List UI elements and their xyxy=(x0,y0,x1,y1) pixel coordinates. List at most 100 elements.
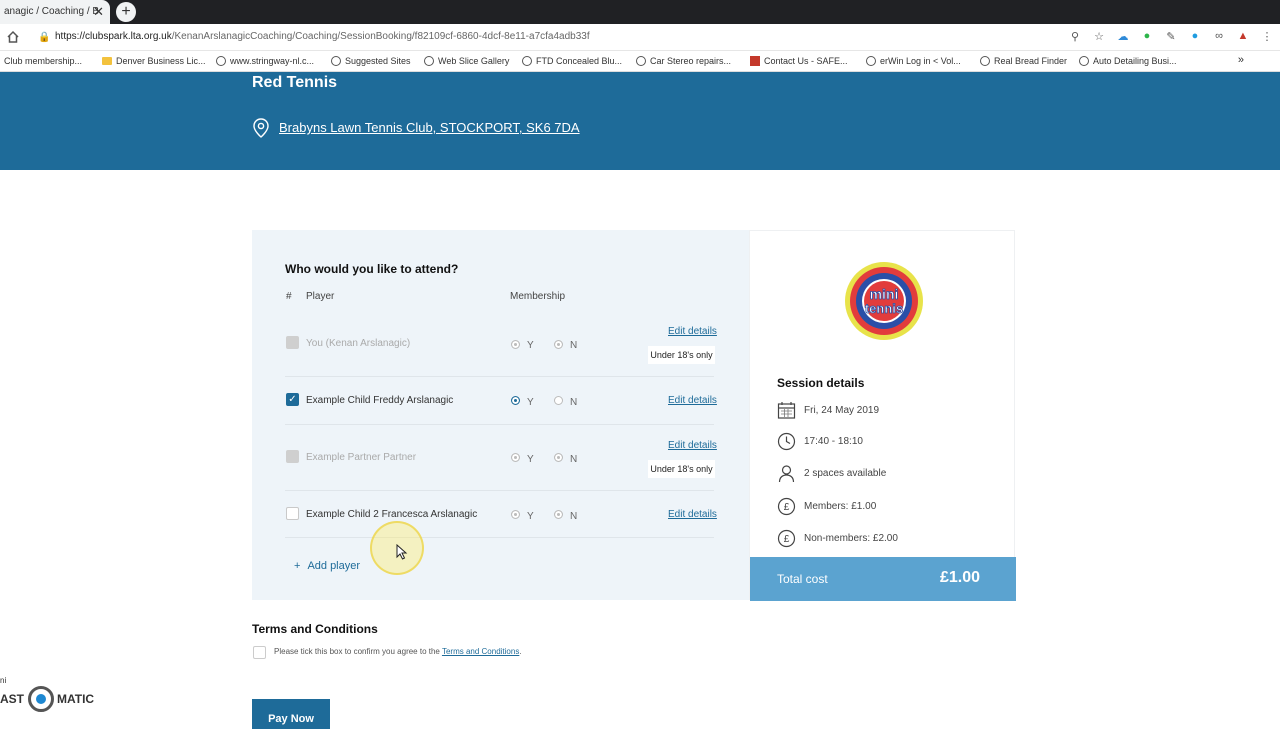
menu-icon[interactable]: ⋮ xyxy=(1260,30,1274,43)
edit-details-link[interactable]: Edit details xyxy=(668,440,717,451)
bookmark-item[interactable]: Club membership... xyxy=(4,56,82,66)
bookmark-item[interactable]: FTD Concealed Blu... xyxy=(522,56,622,66)
terms-checkbox[interactable] xyxy=(253,646,266,659)
bookmark-item[interactable]: Suggested Sites xyxy=(331,56,411,66)
folder-icon xyxy=(102,57,112,65)
bookmark-item[interactable]: Web Slice Gallery xyxy=(424,56,509,66)
row-divider xyxy=(285,537,714,538)
player-checkbox[interactable] xyxy=(286,507,299,520)
membership-no-radio[interactable] xyxy=(554,510,563,519)
watermark-text-left: AST xyxy=(0,692,24,706)
edit-details-link[interactable]: Edit details xyxy=(668,395,717,406)
session-time-row: 17:40 - 18:10 xyxy=(777,432,863,451)
player-name: Example Child Freddy Arslanagic xyxy=(306,395,454,406)
location-pin-icon xyxy=(253,118,269,138)
session-nonmembers-price: Non-members: £2.00 xyxy=(804,533,898,544)
bookmark-item[interactable]: Real Bread Finder xyxy=(980,56,1067,66)
under-18-badge: Under 18's only xyxy=(648,346,715,364)
player-name: Example Partner Partner xyxy=(306,452,417,463)
home-icon[interactable] xyxy=(6,30,20,44)
add-player-button[interactable]: + Add player xyxy=(294,560,360,572)
session-nonmembers-price-row: £ Non-members: £2.00 xyxy=(777,529,898,548)
membership-yes-radio[interactable] xyxy=(511,396,520,405)
star-icon[interactable]: ☆ xyxy=(1092,30,1106,43)
total-cost-value: £1.00 xyxy=(939,569,980,586)
bookmark-item[interactable]: Car Stereo repairs... xyxy=(636,56,731,66)
calendar-icon xyxy=(777,402,796,419)
session-details-panel: mini tennis Session details Fri, 24 May … xyxy=(749,230,1016,601)
bookmark-item[interactable]: www.stringway-nl.c... xyxy=(216,56,314,66)
bookmark-item[interactable]: Denver Business Lic... xyxy=(102,56,206,66)
browser-tab[interactable]: anagic / Coaching / B ✕ xyxy=(0,0,110,24)
pay-now-button[interactable]: Pay Now xyxy=(252,699,330,729)
add-player-label: Add player xyxy=(307,560,361,572)
url-path: /KenanArslanagicCoaching/Coaching/Sessio… xyxy=(171,31,590,42)
globe-icon xyxy=(216,56,226,66)
membership-yes-label: Y xyxy=(527,340,534,351)
membership-no-radio[interactable] xyxy=(554,396,563,405)
pound-icon: £ xyxy=(777,529,796,548)
membership-yes-radio[interactable] xyxy=(511,510,520,519)
lock-icon: 🔒 xyxy=(38,32,51,43)
column-header-membership: Membership xyxy=(510,291,566,302)
svg-text:£: £ xyxy=(784,502,790,513)
session-spaces-row: 2 spaces available xyxy=(777,464,886,483)
url-field[interactable]: https://clubspark.lta.org.uk/KenanArslan… xyxy=(55,31,590,42)
pdf-icon[interactable]: ▲ xyxy=(1236,30,1250,43)
column-header-hash: # xyxy=(286,291,292,302)
new-tab-button[interactable]: + xyxy=(116,2,136,22)
address-bar-icons: ⚲ ☆ ☁ ● ✎ ● ∞ ▲ ⋮ xyxy=(1068,30,1274,43)
globe-icon xyxy=(1079,56,1089,66)
venue-link[interactable]: Brabyns Lawn Tennis Club, STOCKPORT, SK6… xyxy=(279,120,580,135)
row-divider xyxy=(285,490,714,491)
cloud-icon[interactable]: ☁ xyxy=(1116,30,1130,43)
membership-yes-radio[interactable] xyxy=(511,340,520,349)
globe-icon xyxy=(331,56,341,66)
globe-icon xyxy=(866,56,876,66)
session-members-price-row: £ Members: £1.00 xyxy=(777,497,876,516)
membership-yes-label: Y xyxy=(527,511,534,522)
pen-icon[interactable]: ✎ xyxy=(1164,30,1178,43)
under-18-badge: Under 18's only xyxy=(648,460,715,478)
session-title: Red Tennis xyxy=(252,74,338,91)
bookmarks-more-button[interactable]: » xyxy=(1238,54,1244,66)
watermark-small-text: ni xyxy=(0,676,7,685)
total-cost-label: Total cost xyxy=(777,572,828,586)
plus-icon: + xyxy=(294,560,301,572)
bookmark-item[interactable]: Contact Us - SAFE... xyxy=(750,56,848,66)
membership-no-radio[interactable] xyxy=(554,453,563,462)
player-checkbox[interactable] xyxy=(286,450,299,463)
pound-icon: £ xyxy=(777,497,796,516)
link-icon[interactable]: ∞ xyxy=(1212,30,1226,43)
terms-link[interactable]: Terms and Conditions xyxy=(442,647,519,656)
zoom-icon[interactable]: ⚲ xyxy=(1068,30,1082,43)
membership-no-label: N xyxy=(570,454,578,465)
person-icon xyxy=(778,465,795,483)
bookmark-item[interactable]: erWin Log in < Vol... xyxy=(866,56,961,66)
player-checkbox[interactable] xyxy=(286,336,299,349)
edit-details-link[interactable]: Edit details xyxy=(668,326,717,337)
evernote-icon[interactable]: ● xyxy=(1140,30,1154,43)
membership-no-label: N xyxy=(570,340,578,351)
skype-icon[interactable]: ● xyxy=(1188,30,1202,43)
bookmark-item[interactable]: Auto Detailing Busi... xyxy=(1079,56,1177,66)
terms-text: Please tick this box to confirm you agre… xyxy=(274,647,522,656)
logo-text-mini: mini xyxy=(870,286,899,302)
globe-icon xyxy=(424,56,434,66)
membership-no-label: N xyxy=(570,511,578,522)
globe-icon xyxy=(522,56,532,66)
browser-tab-bar: anagic / Coaching / B ✕ + xyxy=(0,0,1280,24)
url-host: https://clubspark.lta.org.uk xyxy=(55,31,172,42)
membership-yes-radio[interactable] xyxy=(511,453,520,462)
membership-no-radio[interactable] xyxy=(554,340,563,349)
svg-text:£: £ xyxy=(784,534,790,545)
terms-title: Terms and Conditions xyxy=(252,622,378,636)
edit-details-link[interactable]: Edit details xyxy=(668,509,717,520)
player-checkbox-checked[interactable]: ✓ xyxy=(286,393,299,406)
membership-yes-label: Y xyxy=(527,397,534,408)
session-spaces: 2 spaces available xyxy=(804,468,887,479)
close-icon[interactable]: ✕ xyxy=(93,4,104,20)
row-divider xyxy=(285,424,714,425)
address-bar: 🔒 https://clubspark.lta.org.uk/KenanArsl… xyxy=(0,24,1280,51)
session-time: 17:40 - 18:10 xyxy=(804,436,863,447)
